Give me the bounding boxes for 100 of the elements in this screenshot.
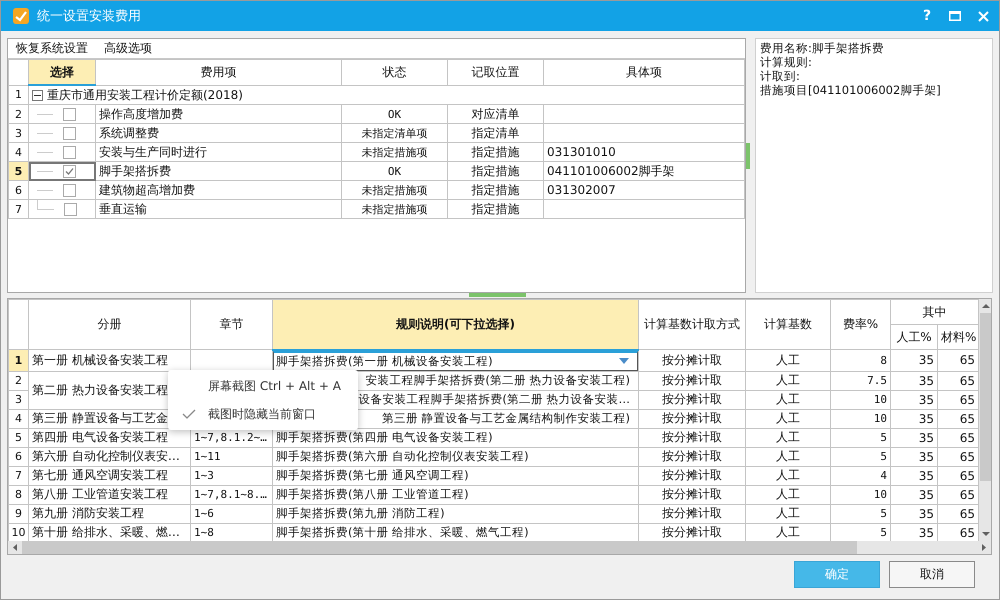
row-number[interactable]: 3	[8, 124, 28, 142]
row-number[interactable]: 3	[8, 390, 28, 409]
vertical-scrollbar[interactable]	[979, 299, 991, 541]
column-header[interactable]: 选择	[28, 60, 96, 85]
table-cell: 建筑物超高增加费	[96, 180, 342, 200]
row-number[interactable]: 1	[8, 85, 28, 104]
row-number[interactable]: 2	[8, 104, 28, 124]
info-text: 计算规则:	[760, 55, 813, 69]
row-number[interactable]: 8	[8, 485, 28, 504]
toolbar-button[interactable]: 高级选项	[98, 40, 158, 58]
table-cell: 人工	[746, 371, 830, 390]
table-cell: 041101006002脚手架	[544, 162, 744, 180]
table-cell: 系统调整费	[96, 124, 342, 142]
column-header[interactable]: 人工%	[890, 324, 938, 350]
table-cell: 35	[890, 466, 938, 485]
info-text: 计取到:	[760, 69, 801, 83]
table-cell: 1~6	[190, 504, 272, 523]
row-number[interactable]: 7	[8, 466, 28, 485]
table-cell: 5	[830, 428, 890, 447]
info-text: 费用名称:脚手架搭拆费	[760, 41, 885, 55]
table-cell: 35	[890, 350, 938, 371]
table-cell: 1~7,8.1~8.…	[190, 485, 272, 504]
table-cell: 指定清单	[448, 124, 544, 142]
scroll-thumb[interactable]	[22, 541, 857, 554]
table-cell: 指定措施	[448, 142, 544, 162]
checkbox[interactable]	[63, 126, 76, 140]
splitter-handle[interactable]	[468, 293, 526, 297]
table-cell: 未指定措施项	[342, 142, 448, 162]
maximize-icon	[949, 11, 961, 21]
dropdown-value: 脚手架搭拆费(第一册 机械设备安装工程)	[276, 354, 493, 368]
table-cell: 人工	[746, 409, 830, 428]
column-header[interactable]: 费率%	[830, 300, 890, 350]
table-cell: 8	[830, 350, 890, 371]
table-cell: 脚手架搭拆费(第九册 消防工程)	[272, 504, 638, 523]
table-cell: 按分摊计取	[638, 466, 746, 485]
column-header[interactable]: 具体项	[544, 60, 744, 85]
checkbox[interactable]	[63, 108, 76, 120]
row-number[interactable]: 9	[8, 504, 28, 523]
table-cell: 垂直运输	[96, 200, 342, 218]
table-cell: 10	[830, 390, 890, 409]
table-cell: 35	[890, 428, 938, 447]
table-cell: 10	[830, 409, 890, 428]
table-cell: 按分摊计取	[638, 504, 746, 523]
table-cell: 对应清单	[448, 104, 544, 124]
table-cell: 按分摊计取	[638, 428, 746, 447]
column-header[interactable]: 状态	[342, 60, 448, 85]
scroll-thumb[interactable]	[980, 313, 991, 481]
table-cell: 35	[890, 485, 938, 504]
table-cell: 第七册 通风空调安装工程	[28, 466, 190, 485]
table-cell: 35	[890, 409, 938, 428]
row-number[interactable]: 6	[8, 180, 28, 200]
table-cell: 第六册 自动化控制仪表安…	[28, 447, 190, 466]
table-cell: 5	[830, 447, 890, 466]
table-cell: 人工	[746, 504, 830, 523]
table-cell: 按分摊计取	[638, 485, 746, 504]
column-header[interactable]: 计算基数计取方式	[638, 300, 746, 350]
column-header[interactable]: 章节	[190, 300, 272, 350]
table-cell: 1~3	[190, 466, 272, 485]
table-cell: 未指定措施项	[342, 200, 448, 218]
info-text: 措施项目[041101006002脚手架]	[760, 83, 942, 97]
column-header[interactable]: 分册	[28, 300, 190, 350]
caret-icon[interactable]	[619, 358, 629, 364]
column-header[interactable]: 计算基数	[746, 300, 830, 350]
collapse-icon[interactable]	[32, 90, 43, 100]
table-cell: OK	[342, 162, 448, 180]
column-header[interactable]: 材料%	[938, 324, 978, 350]
splitter-handle[interactable]	[746, 142, 750, 168]
checkbox[interactable]	[63, 164, 76, 178]
checkbox[interactable]	[63, 184, 76, 196]
row-number[interactable]: 5	[8, 162, 28, 180]
table-cell: 人工	[746, 350, 830, 371]
table-cell: 35	[890, 504, 938, 523]
close-icon	[978, 10, 988, 22]
row-number[interactable]: 5	[8, 428, 28, 447]
table-cell: 脚手架搭拆费	[96, 162, 342, 180]
row-number[interactable]: 4	[8, 409, 28, 428]
table-cell: 操作高度增加费	[96, 104, 342, 124]
table-cell: 7.5	[830, 371, 890, 390]
row-number[interactable]: 7	[8, 200, 28, 218]
toolbar-button[interactable]: 恢复系统设置	[10, 40, 94, 58]
checkbox[interactable]	[63, 146, 76, 158]
table-cell: 脚手架搭拆费(第八册 工业管道工程)	[272, 485, 638, 504]
table-cell: 未指定措施项	[342, 180, 448, 200]
column-header[interactable]: 费用项	[96, 60, 342, 85]
table-cell: 人工	[746, 485, 830, 504]
table-cell: 031302007	[544, 180, 744, 200]
row-number[interactable]: 6	[8, 447, 28, 466]
table-cell: 按分摊计取	[638, 447, 746, 466]
cancel-button[interactable]: 取消	[889, 561, 975, 588]
table-cell: 第九册 消防安装工程	[28, 504, 190, 523]
table-cell: 按分摊计取	[638, 409, 746, 428]
column-header[interactable]: 记取位置	[448, 60, 544, 85]
horizontal-scrollbar[interactable]	[8, 541, 991, 554]
table-cell: 10	[830, 485, 890, 504]
checkbox[interactable]	[64, 202, 77, 216]
row-number[interactable]: 1	[8, 350, 28, 371]
table-cell: 人工	[746, 428, 830, 447]
row-number[interactable]: 2	[8, 371, 28, 390]
table-cell: 未指定清单项	[342, 124, 448, 142]
column-header[interactable]: 规则说明(可下拉选择)	[272, 300, 638, 350]
